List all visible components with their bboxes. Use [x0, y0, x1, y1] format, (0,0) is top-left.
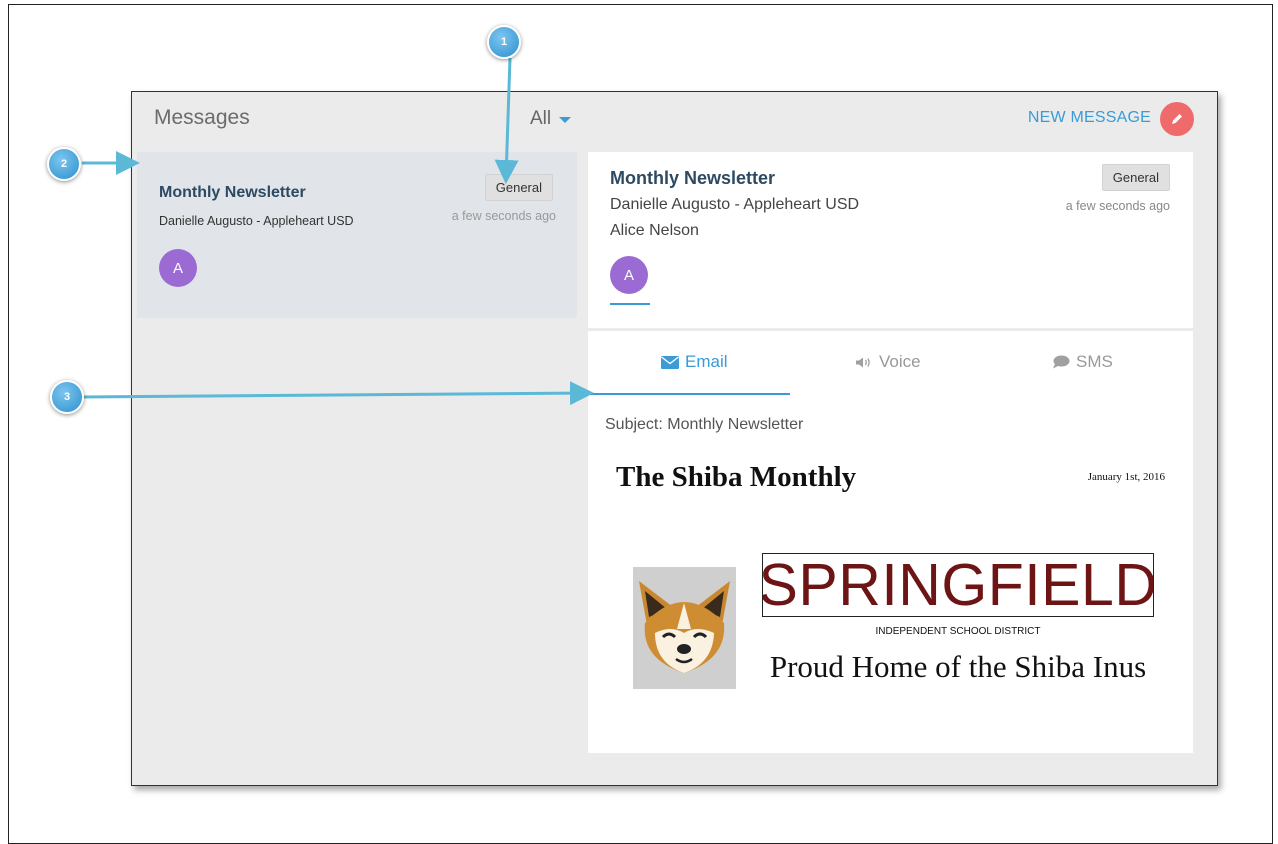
message-detail-body: Email Voice SMS Subject: Monthly Newslet… [588, 331, 1193, 753]
detail-timestamp: a few seconds ago [1065, 199, 1170, 213]
envelope-icon [661, 355, 679, 369]
district-name: INDEPENDENT SCHOOL DISTRICT [875, 626, 1041, 637]
detail-recipient: Alice Nelson [610, 222, 699, 239]
detail-category-badge: General [1101, 164, 1170, 191]
message-detail-header: Monthly Newsletter Danielle Augusto - Ap… [588, 152, 1193, 328]
category-badge: General [484, 174, 553, 201]
tab-sms-label: SMS [1076, 352, 1113, 371]
message-timestamp: a few seconds ago [451, 209, 556, 223]
newsletter-title: The Shiba Monthly [616, 461, 857, 493]
message-title: Monthly Newsletter [159, 184, 306, 201]
springfield-logo: SPRINGFIELD [762, 553, 1154, 617]
shiba-inu-icon [639, 581, 730, 673]
filter-dropdown[interactable]: All [530, 108, 572, 130]
tab-voice-label: Voice [879, 352, 921, 371]
email-subject: Subject: Monthly Newsletter [605, 416, 804, 433]
tab-voice[interactable]: Voice [855, 352, 921, 372]
callout-badge-2: 2 [47, 147, 81, 181]
detail-sender: Danielle Augusto - Appleheart USD [610, 196, 860, 213]
callout-badge-1: 1 [487, 25, 521, 59]
springfield-logo-text: SPRINGFIELD [762, 553, 1154, 617]
newsletter-tagline: Proud Home of the Shiba Inus [769, 649, 1147, 684]
new-message-link[interactable]: NEW MESSAGE [1028, 109, 1151, 127]
newsletter-date: January 1st, 2016 [1087, 471, 1165, 483]
chat-bubble-icon [1053, 355, 1070, 369]
pencil-icon [1172, 114, 1182, 124]
detail-title: Monthly Newsletter [610, 168, 776, 188]
speaker-icon [856, 357, 870, 367]
caret-down-icon [559, 117, 572, 123]
tab-email-label: Email [685, 352, 728, 371]
tab-sms[interactable]: SMS [1052, 352, 1113, 372]
active-tab-indicator [588, 393, 790, 395]
shiba-inu-logo-image [633, 567, 736, 689]
recipient-avatar[interactable]: A [610, 256, 648, 294]
message-sender: Danielle Augusto - Appleheart USD [159, 214, 354, 228]
tab-email[interactable]: Email [661, 352, 728, 372]
filter-label: All [530, 108, 552, 129]
messages-app: Messages All NEW MESSAGE Monthly Newslet… [131, 91, 1218, 786]
message-list-item[interactable]: Monthly Newsletter Danielle Augusto - Ap… [137, 152, 577, 318]
avatar-selection-indicator [610, 303, 650, 305]
new-message-button[interactable] [1160, 102, 1194, 136]
page-title: Messages [154, 106, 250, 129]
avatar: A [159, 249, 197, 287]
callout-badge-3: 3 [50, 380, 84, 414]
